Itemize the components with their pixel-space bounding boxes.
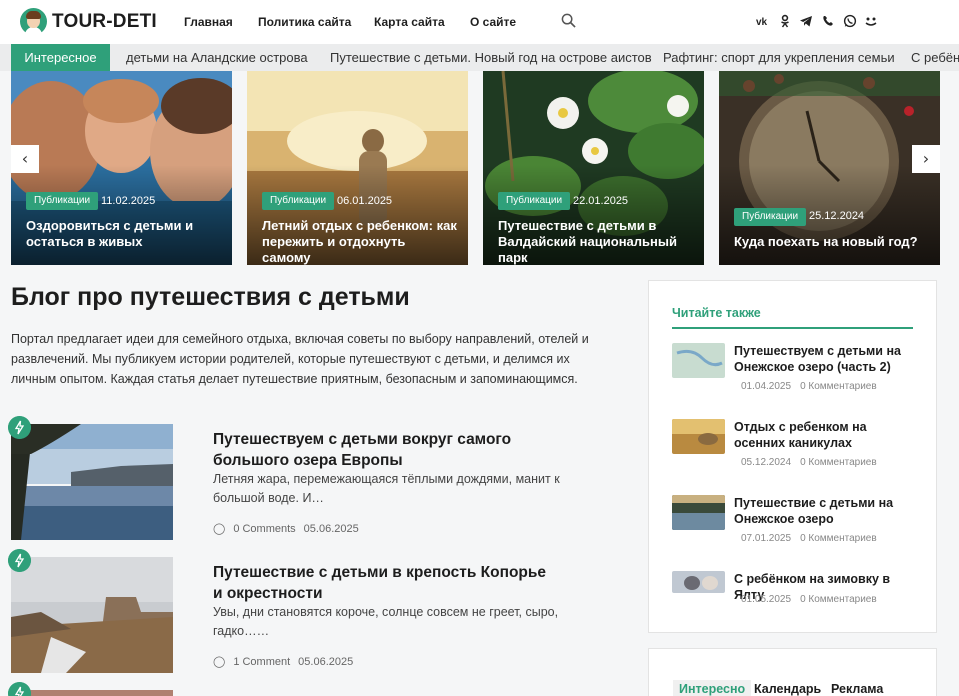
post-title[interactable]: Путешествие с детьми в крепость Копорье … xyxy=(213,562,553,604)
comment-icon: ◯ xyxy=(213,523,226,535)
post-thumbnail[interactable] xyxy=(11,690,173,696)
slide-date: 22.01.2025 xyxy=(573,195,629,207)
slide-card[interactable]: Публикации 06.01.2025 Летний отдых с реб… xyxy=(247,71,468,265)
bolt-icon xyxy=(8,416,31,439)
post-date: 05.06.2025 xyxy=(303,523,359,535)
slide-tag[interactable]: Публикации xyxy=(26,192,99,210)
slide-tag[interactable]: Публикации xyxy=(734,208,807,226)
slider-next-button[interactable]: › xyxy=(912,145,940,173)
slide-tag[interactable]: Публикации xyxy=(262,192,335,210)
logo-icon[interactable] xyxy=(20,8,47,35)
slide-card[interactable]: Публикации 22.01.2025 Путешествие с деть… xyxy=(483,71,704,265)
ticker-item[interactable]: Путешествие с детьми. Новый год на остро… xyxy=(330,50,652,65)
slide-card[interactable]: Публикации 11.02.2025 Оздоровиться с дет… xyxy=(11,71,232,265)
slide-date: 11.02.2025 xyxy=(101,195,156,207)
post-title[interactable]: Путешествуем с детьми вокруг самого боль… xyxy=(213,429,553,471)
bolt-icon xyxy=(8,682,31,696)
related-thumbnail[interactable] xyxy=(672,343,725,378)
related-title[interactable]: Путешествие с детьми на Онежское озеро xyxy=(734,495,919,527)
related-thumbnail[interactable] xyxy=(672,571,725,593)
nav-policy[interactable]: Политика сайта xyxy=(258,15,351,29)
ticker-item[interactable]: С ребёнком xyxy=(911,50,959,65)
slide-date: 06.01.2025 xyxy=(337,195,393,207)
widget-title: Читайте также xyxy=(672,306,761,320)
related-title[interactable]: Отдых с ребенком на осенних каникулах xyxy=(734,419,919,451)
related-meta: 01.04.2025 0 Комментариев xyxy=(741,381,877,392)
tab-ads[interactable]: Реклама xyxy=(831,682,883,696)
post-thumbnail[interactable] xyxy=(11,424,173,540)
slide-title[interactable]: Оздоровиться с детьми и остаться в живых xyxy=(26,218,221,250)
search-icon[interactable] xyxy=(561,13,576,28)
post-date: 05.06.2025 xyxy=(298,656,354,668)
slide-title[interactable]: Летний отдых с ребенком: как пережить и … xyxy=(262,218,457,265)
telegram-icon[interactable] xyxy=(799,14,813,28)
post-comments[interactable]: 0 Comments xyxy=(233,523,295,535)
post-thumbnail[interactable] xyxy=(11,557,173,673)
viber-icon[interactable] xyxy=(821,14,835,28)
news-ticker: Интересное детьми на Аландские острова П… xyxy=(0,44,959,71)
post-card: Путешествие с детьми в крепость Копорье … xyxy=(11,557,611,675)
site-header: TOUR-DETI Главная Политика сайта Карта с… xyxy=(0,0,959,44)
post-excerpt: Увы, дни становятся короче, солнце совсе… xyxy=(213,605,559,638)
ticker-label: Интересное xyxy=(11,44,110,71)
post-meta: ◯ 0 Comments 05.06.2025 xyxy=(213,522,367,535)
comment-icon: ◯ xyxy=(213,656,226,668)
nav-sitemap[interactable]: Карта сайта xyxy=(374,15,445,29)
vk-icon[interactable]: vk xyxy=(756,14,770,28)
tab-calendar[interactable]: Календарь xyxy=(754,682,821,696)
svg-text:vk: vk xyxy=(756,17,768,28)
related-thumbnail[interactable] xyxy=(672,419,725,454)
nav-home[interactable]: Главная xyxy=(184,15,233,29)
post-meta: ◯ 1 Comment 05.06.2025 xyxy=(213,655,361,668)
slider-prev-button[interactable]: ‹ xyxy=(11,145,39,173)
related-thumbnail[interactable] xyxy=(672,495,725,530)
related-meta: 05.12.2024 0 Комментариев xyxy=(741,457,877,468)
slide-title[interactable]: Куда поехать на новый год? xyxy=(734,234,929,250)
slide-card[interactable]: Публикации 25.12.2024 Куда поехать на но… xyxy=(719,71,940,265)
featured-slider: Публикации 11.02.2025 Оздоровиться с дет… xyxy=(0,71,959,266)
whatsapp-icon[interactable] xyxy=(843,14,857,28)
ticker-item[interactable]: Рафтинг: спорт для укрепления семьи xyxy=(663,50,895,65)
moimir-icon[interactable] xyxy=(864,14,878,28)
bolt-icon xyxy=(8,549,31,572)
slide-tag[interactable]: Публикации xyxy=(498,192,571,210)
tab-interesting[interactable]: Интересно xyxy=(673,680,752,696)
ticker-item[interactable]: детьми на Аландские острова xyxy=(126,50,308,65)
nav-about[interactable]: О сайте xyxy=(470,15,516,29)
post-excerpt: Летняя жара, перемежающаяся тёплыми дожд… xyxy=(213,472,560,505)
related-meta: 07.01.2025 0 Комментариев xyxy=(741,533,877,544)
post-comments[interactable]: 1 Comment xyxy=(233,656,290,668)
related-meta: 01.05.2025 0 Комментариев xyxy=(741,594,877,605)
page-title: Блог про путешествия с детьми xyxy=(11,283,410,311)
related-widget: Читайте также Путешествуем с детьми на О… xyxy=(648,280,937,633)
page-intro: Портал предлагает идеи для семейного отд… xyxy=(11,332,589,386)
slide-date: 25.12.2024 xyxy=(809,210,865,222)
logo-text[interactable]: TOUR-DETI xyxy=(52,11,157,33)
related-title[interactable]: Путешествуем с детьми на Онежское озеро … xyxy=(734,343,919,375)
odnoklassniki-icon[interactable] xyxy=(778,14,792,28)
post-card: Путешествуем с детьми вокруг самого боль… xyxy=(11,424,611,542)
slide-title[interactable]: Путешествие с детьми в Валдайский национ… xyxy=(498,218,693,265)
tabs-widget: Интересно Календарь Реклама xyxy=(648,648,937,696)
